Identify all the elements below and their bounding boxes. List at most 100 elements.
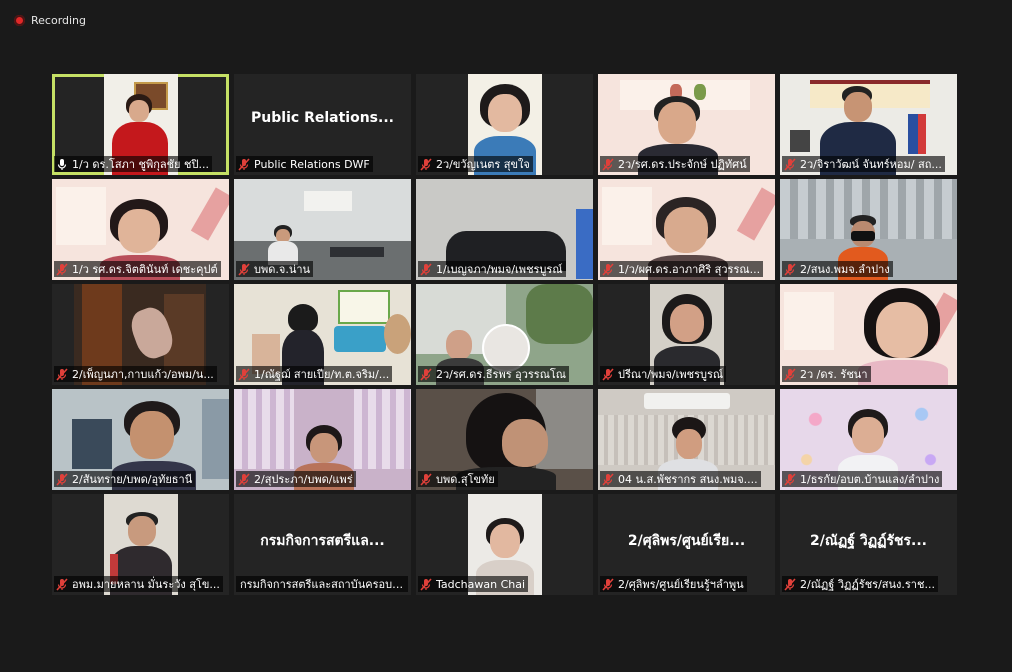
participant-tile[interactable]: 2ว/รศ.ดร.ประจักษ์ ปฏิทัศน์ xyxy=(598,74,775,175)
recording-indicator: Recording xyxy=(14,12,86,28)
participant-tile[interactable]: 2ว/ขวัญเนตร สุขใจ xyxy=(416,74,593,175)
participant-name-bar: Tadchawan Chai xyxy=(418,576,529,592)
muted-microphone-icon xyxy=(238,472,250,486)
participant-name-bar: 2/สุประภา/บพด/แพร่ xyxy=(236,471,356,487)
muted-microphone-icon xyxy=(56,577,68,591)
muted-microphone-icon xyxy=(56,262,68,276)
participant-tile[interactable]: Public Relations... Public Relations DWF xyxy=(234,74,411,175)
participant-name: 2/ณัฏฐ์ วิฏฏ์รัชร/สนง.ราช... xyxy=(800,578,935,591)
participant-tile[interactable]: 2/ณัฏฐ์ วิฏฏ์รัชร... 2/ณัฏฐ์ วิฏฏ์รัชร/ส… xyxy=(780,494,957,595)
participant-name-bar: 2ว/ขวัญเนตร สุขใจ xyxy=(418,156,533,172)
muted-microphone-icon xyxy=(784,577,796,591)
participant-name-bar: Public Relations DWF xyxy=(236,156,373,172)
participant-display-name: 2/ศุลิพร/ศูนย์เรีย... xyxy=(627,533,746,549)
participant-tile[interactable]: อพม.มายหลาน มั่นระวัง สุโข... xyxy=(52,494,229,595)
participant-name-bar: 2/ศุลิพร/ศูนย์เรียนรู้ฯลำพูน xyxy=(600,576,747,592)
participant-name-bar: 2ว/จิราวัฒน์ จันทร์หอม/ สถ... xyxy=(782,156,945,172)
participant-name: อพม.มายหลาน มั่นระวัง สุโข... xyxy=(72,578,220,591)
participant-tile[interactable]: บพด.สุโขทัย xyxy=(416,389,593,490)
muted-microphone-icon xyxy=(56,472,68,486)
participant-name-bar: 1/ว/ผศ.ดร.อาภาศิริ สุวรรณ... xyxy=(600,261,764,277)
muted-microphone-icon xyxy=(602,262,614,276)
participant-name-bar: 1/ว รศ.ดร.จิตตินันท์ เดชะคุปต์ xyxy=(54,261,221,277)
participant-name: ปรีณา/พมจ/เพชรบูรณ์ xyxy=(618,368,724,381)
participant-name: Public Relations DWF xyxy=(254,157,370,171)
participant-name: 1/ณัฐฌ์ สายเปีย/ท.ต.จริม/... xyxy=(254,368,390,381)
participant-name-bar: 2/เพ็ญนภา,กาบแก้ว/อพม/น... xyxy=(54,366,217,382)
participant-tile[interactable]: 2/เพ็ญนภา,กาบแก้ว/อพม/น... xyxy=(52,284,229,385)
participant-tile[interactable]: Tadchawan Chai xyxy=(416,494,593,595)
participant-tile[interactable]: กรมกิจการสตรีแล... กรมกิจการสตรีและสถาบั… xyxy=(234,494,411,595)
muted-microphone-icon xyxy=(238,157,250,171)
participant-name-bar: ปรีณา/พมจ/เพชรบูรณ์ xyxy=(600,366,727,382)
muted-microphone-icon xyxy=(602,577,614,591)
participant-name: 1/ว ดร.โสภา ชูพิกุลชัย ชปิ... xyxy=(72,158,209,171)
participant-tile[interactable]: 04 น.ส.พัชรากร สนง.พมจ.... xyxy=(598,389,775,490)
muted-microphone-icon xyxy=(602,157,614,171)
participant-tile[interactable]: 1/ว ดร.โสภา ชูพิกุลชัย ชปิ... xyxy=(52,74,229,175)
muted-microphone-icon xyxy=(420,577,432,591)
participant-tile[interactable]: 2/ศุลิพร/ศูนย์เรีย... 2/ศุลิพร/ศูนย์เรีย… xyxy=(598,494,775,595)
participant-name: 2/สันทราย/บพด/อุทัยธานี xyxy=(72,473,193,486)
participant-name: 1/ว รศ.ดร.จิตตินันท์ เดชะคุปต์ xyxy=(72,263,218,276)
participant-name-bar: 2/สนง.พมจ.ลำปาง xyxy=(782,261,893,277)
participant-name: 1/ธรกัย/อบต.บ้านแลง/ลำปาง xyxy=(800,473,940,486)
microphone-icon xyxy=(57,158,67,170)
participant-name-bar: 2ว/รศ.ดร.ธีรพร อุวรรณโณ xyxy=(418,366,570,382)
participant-name: กรมกิจการสตรีและสถาบันครอบค... xyxy=(240,578,405,591)
participant-name-bar: 2ว/รศ.ดร.ประจักษ์ ปฏิทัศน์ xyxy=(600,156,750,172)
participant-tile[interactable]: บพด.จ.น่าน xyxy=(234,179,411,280)
participant-tile[interactable]: 1/ธรกัย/อบต.บ้านแลง/ลำปาง xyxy=(780,389,957,490)
participant-name-bar: บพด.สุโขทัย xyxy=(418,471,498,487)
muted-microphone-icon xyxy=(602,367,614,381)
participant-tile[interactable]: 1/ว รศ.ดร.จิตตินันท์ เดชะคุปต์ xyxy=(52,179,229,280)
participant-tile[interactable]: ปรีณา/พมจ/เพชรบูรณ์ xyxy=(598,284,775,385)
participant-name-bar: 1/ธรกัย/อบต.บ้านแลง/ลำปาง xyxy=(782,471,943,487)
participant-name-bar: 1/ว ดร.โสภา ชูพิกุลชัย ชปิ... xyxy=(54,156,212,172)
participant-name-bar: 2/สันทราย/บพด/อุทัยธานี xyxy=(54,471,196,487)
participant-name-bar: 2ว /ดร. รัชนา xyxy=(782,366,871,382)
participant-name: 2ว /ดร. รัชนา xyxy=(800,368,868,381)
recording-dot-icon xyxy=(14,14,25,26)
muted-microphone-icon xyxy=(784,262,796,276)
muted-microphone-icon xyxy=(420,472,432,486)
participant-tile[interactable]: 2ว/จิราวัฒน์ จันทร์หอม/ สถ... xyxy=(780,74,957,175)
participant-name: 1/เบญจภา/พมจ/เพชรบูรณ์ xyxy=(436,263,563,276)
participant-display-name: Public Relations... xyxy=(251,110,394,126)
participant-tile[interactable]: 2ว /ดร. รัชนา xyxy=(780,284,957,385)
participant-name: 2/ศุลิพร/ศูนย์เรียนรู้ฯลำพูน xyxy=(618,578,744,591)
participant-tile[interactable]: 1/ณัฐฌ์ สายเปีย/ท.ต.จริม/... xyxy=(234,284,411,385)
participant-tile[interactable]: 1/เบญจภา/พมจ/เพชรบูรณ์ xyxy=(416,179,593,280)
participant-name: 2ว/จิราวัฒน์ จันทร์หอม/ สถ... xyxy=(800,158,942,171)
recording-label: Recording xyxy=(31,13,87,27)
participant-tile[interactable]: 1/ว/ผศ.ดร.อาภาศิริ สุวรรณ... xyxy=(598,179,775,280)
muted-microphone-icon xyxy=(420,367,432,381)
muted-microphone-icon xyxy=(238,262,250,276)
muted-microphone-icon xyxy=(238,367,250,381)
participant-name: 2/เพ็ญนภา,กาบแก้ว/อพม/น... xyxy=(72,368,214,381)
participant-name-bar: อพม.มายหลาน มั่นระวัง สุโข... xyxy=(54,576,223,592)
participant-display-name: 2/ณัฏฐ์ วิฏฏ์รัชร... xyxy=(810,533,927,549)
muted-microphone-icon xyxy=(420,262,432,276)
muted-microphone-icon xyxy=(420,157,432,171)
participant-name: 2/สุประภา/บพด/แพร่ xyxy=(254,473,353,486)
muted-microphone-icon xyxy=(784,367,796,381)
muted-microphone-icon xyxy=(56,367,68,381)
participant-name: บพด.สุโขทัย xyxy=(436,473,495,486)
participant-tile[interactable]: 2/สุประภา/บพด/แพร่ xyxy=(234,389,411,490)
muted-microphone-icon xyxy=(784,472,796,486)
video-gallery: 1/ว ดร.โสภา ชูพิกุลชัย ชปิ... Public Rel… xyxy=(52,74,957,595)
muted-microphone-icon xyxy=(602,472,614,486)
participant-tile[interactable]: 2/สันทราย/บพด/อุทัยธานี xyxy=(52,389,229,490)
participant-name: 2ว/รศ.ดร.ประจักษ์ ปฏิทัศน์ xyxy=(618,158,747,171)
participant-tile[interactable]: 2/สนง.พมจ.ลำปาง xyxy=(780,179,957,280)
participant-name: 1/ว/ผศ.ดร.อาภาศิริ สุวรรณ... xyxy=(618,263,761,276)
participant-name-bar: กรมกิจการสตรีและสถาบันครอบค... xyxy=(236,576,408,592)
muted-microphone-icon xyxy=(784,157,796,171)
participant-name: 2/สนง.พมจ.ลำปาง xyxy=(800,263,890,276)
participant-tile[interactable]: 2ว/รศ.ดร.ธีรพร อุวรรณโณ xyxy=(416,284,593,385)
participant-name-bar: บพด.จ.น่าน xyxy=(236,261,314,277)
participant-display-name: กรมกิจการสตรีแล... xyxy=(260,533,385,549)
participant-name: Tadchawan Chai xyxy=(436,577,526,591)
participant-name: บพด.จ.น่าน xyxy=(254,263,311,276)
